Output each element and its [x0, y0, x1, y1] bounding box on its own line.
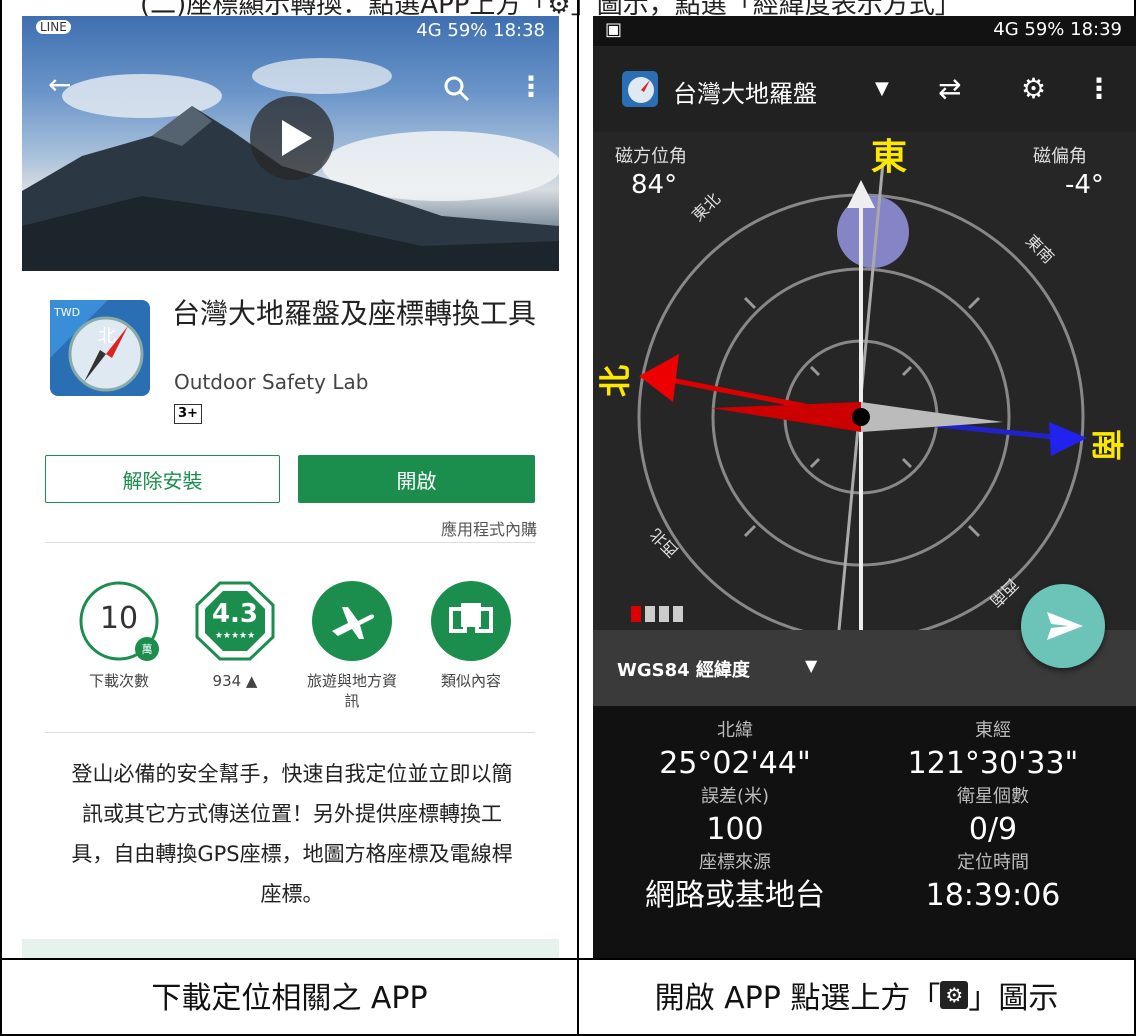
- latitude-value: 25°02'44": [659, 746, 811, 781]
- downloads-stat[interactable]: 10 萬 下載次數: [69, 579, 169, 690]
- app-title: 台灣大地羅盤及座標轉換工具: [172, 297, 537, 330]
- back-arrow-icon[interactable]: ←: [48, 68, 71, 101]
- downloads-label: 下載次數: [88, 672, 149, 690]
- right-caption-after: 」圖示: [968, 981, 1059, 1016]
- downloads-value: 10: [99, 601, 139, 636]
- more-menu-icon[interactable]: ⋮: [517, 70, 545, 103]
- rating-stat[interactable]: 4.3 ★★★★★ 934 ▲: [185, 579, 285, 690]
- app-compass-icon: [622, 71, 658, 107]
- app-toolbar: 台灣大地羅盤 ▼ ⇄ ⚙ ⋮: [593, 46, 1136, 132]
- gallery-icon: ▣: [605, 19, 623, 40]
- status-bar: ▣ 4G 59% 18:39: [593, 16, 1136, 46]
- divider: [45, 542, 535, 543]
- direction-north: 北: [596, 364, 635, 398]
- rating-stars: ★★★★★: [214, 631, 256, 641]
- fix-time-label: 定位時間: [957, 852, 1029, 873]
- table-border-left: [0, 0, 2, 1036]
- footer-bar: [22, 939, 559, 958]
- source-label: 座標來源: [699, 852, 771, 873]
- rating-count: 934 ▲: [212, 672, 258, 690]
- play-store-screenshot: LINE 4G 59% 18:38 ← ⋮ TWD 北 台灣大地羅盤及座標轉換工…: [22, 16, 559, 958]
- downloads-unit: 萬: [141, 643, 153, 656]
- gear-icon[interactable]: ⚙: [1021, 72, 1046, 105]
- send-icon: [1047, 612, 1083, 640]
- app-video-banner: LINE 4G 59% 18:38 ← ⋮: [22, 16, 559, 271]
- error-value: 100: [706, 812, 764, 847]
- app-compass-icon: TWD 北: [50, 300, 150, 396]
- satellite-signal-bars: [631, 606, 683, 622]
- table-border-middle: [577, 0, 579, 1036]
- satellite-count-label: 衛星個數: [957, 786, 1029, 807]
- longitude-value: 121°30'33": [907, 746, 1079, 781]
- right-caption: 開啟 APP 點選上方「 ⚙ 」圖示: [579, 960, 1134, 1030]
- airplane-icon: [312, 581, 392, 661]
- satellite-count-value: 0/9: [968, 812, 1018, 847]
- send-location-button[interactable]: [1021, 584, 1105, 668]
- developer-name[interactable]: Outdoor Safety Lab: [174, 370, 368, 394]
- latitude-label: 北緯: [717, 720, 753, 741]
- source-value: 網路或基地台: [645, 878, 825, 913]
- direction-east: 東: [871, 137, 908, 178]
- app-description: 登山必備的安全幫手，快速自我定位並立即以簡訊或其它方式傳送位置！另外提供座標轉換…: [71, 762, 513, 906]
- longitude-label: 東經: [975, 720, 1011, 741]
- similar-content-icon: [431, 581, 511, 661]
- error-label: 誤差(米): [700, 786, 770, 807]
- swap-icon[interactable]: ⇄: [938, 72, 961, 105]
- direction-south: 南: [1088, 428, 1127, 462]
- compass-app-screenshot: ▣ 4G 59% 18:39 台灣大地羅盤 ▼ ⇄ ⚙ ⋮ 磁方位角 84° 磁…: [593, 16, 1136, 958]
- play-video-button[interactable]: [250, 96, 334, 180]
- svg-text:TWD: TWD: [53, 306, 80, 319]
- compass-view[interactable]: 磁方位角 84° 磁偏角 -4° 東 北 南 東北 東南 西北 西南: [593, 132, 1136, 630]
- more-menu-icon[interactable]: ⋮: [1085, 72, 1113, 105]
- status-bar-indicators: 4G 59% 18:38: [416, 20, 545, 41]
- in-app-purchase-note: 應用程式內購: [440, 520, 537, 539]
- line-app-icon: LINE: [36, 20, 71, 34]
- fix-time-value: 18:39:06: [925, 878, 1061, 913]
- app-name: 台灣大地羅盤: [673, 80, 817, 108]
- content-rating-badge: 3+: [174, 404, 202, 424]
- dropdown-arrow-icon: ▼: [805, 656, 818, 675]
- coordinate-format-label: WGS84 經緯度: [617, 660, 750, 681]
- uninstall-button[interactable]: 解除安裝: [45, 455, 280, 503]
- divider: [45, 732, 535, 733]
- location-info-panel: 北緯 25°02'44" 誤差(米) 100 座標來源 網路或基地台 東經 12…: [593, 706, 1136, 958]
- search-icon[interactable]: [444, 76, 470, 102]
- svg-text:北: 北: [98, 326, 116, 347]
- category-stat[interactable]: 旅遊與地方資訊: [302, 579, 402, 710]
- left-caption: 下載定位相關之 APP: [151, 981, 428, 1016]
- dropdown-arrow-icon[interactable]: ▼: [875, 78, 889, 99]
- similar-stat[interactable]: 類似內容: [421, 579, 521, 690]
- top-caption: (二)座標顯示轉換：點選APP上方「⚙」圖示，點選「經緯度表示方式」: [140, 0, 961, 16]
- open-button[interactable]: 開啟: [298, 455, 535, 503]
- gear-icon: ⚙: [940, 981, 969, 1009]
- rating-value: 4.3: [211, 599, 259, 629]
- compass-dial: [631, 161, 1087, 630]
- status-bar-indicators: 4G 59% 18:39: [993, 19, 1122, 40]
- category-label: 旅遊與地方資訊: [306, 672, 397, 710]
- similar-label: 類似內容: [440, 672, 501, 690]
- right-caption-before: 開啟 APP 點選上方「: [654, 981, 941, 1016]
